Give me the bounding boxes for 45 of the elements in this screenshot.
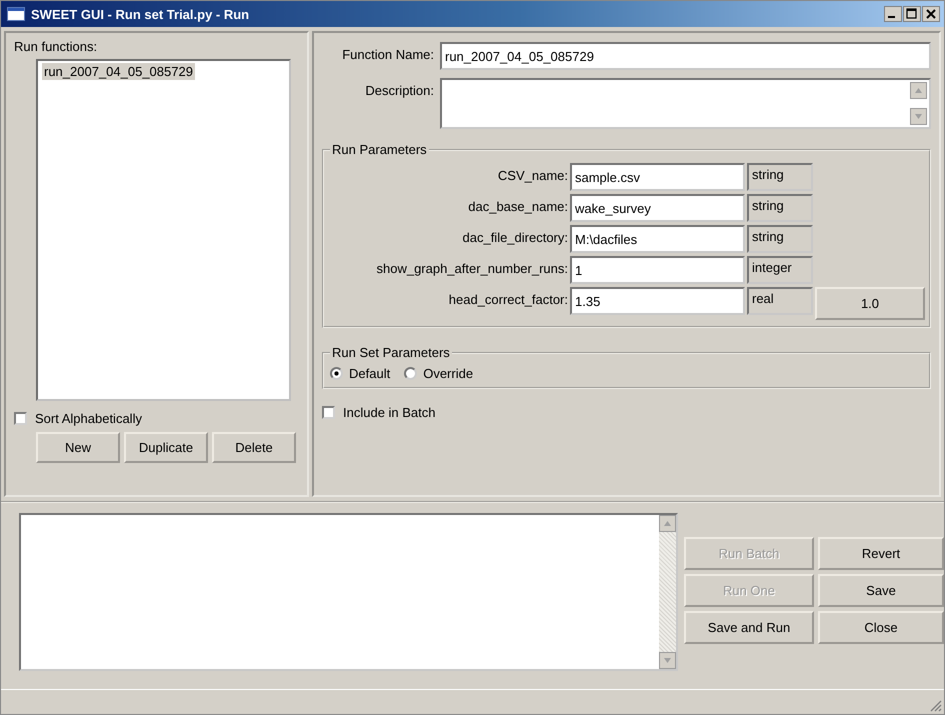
type-label: string (747, 225, 813, 253)
list-item[interactable]: run_2007_04_05_085729 (42, 63, 195, 80)
radio-label: Default (349, 366, 390, 381)
parameter-field[interactable]: 1.35 (570, 287, 745, 315)
action-button[interactable]: Save and Run (684, 611, 814, 644)
list-label: Run functions: (14, 39, 98, 54)
field-label: Function Name: (341, 46, 434, 62)
window-title: SWEET GUI - Run set Trial.py - Run (31, 6, 250, 22)
group-title: Run Parameters (330, 142, 429, 157)
checkbox[interactable] (14, 412, 27, 425)
minimize-icon[interactable] (884, 6, 902, 22)
action-button[interactable]: Close (818, 611, 944, 644)
field-label: Description: (364, 82, 434, 98)
parameter-field[interactable]: M:\dacfiles (570, 225, 745, 253)
type-label: real (747, 287, 813, 315)
action-button[interactable]: Revert (818, 537, 944, 570)
list-button[interactable]: Duplicate (124, 432, 208, 463)
action-button[interactable]: Save (818, 574, 944, 607)
parameter-label: head_correct_factor: (448, 291, 568, 309)
type-label: string (747, 163, 813, 191)
batch-checkbox-label: Include in Batch (343, 405, 436, 420)
parameter-label: dac_base_name: (467, 198, 568, 216)
sort-checkbox-label: Sort Alphabetically (35, 411, 142, 426)
parameter-label: dac_file_directory: (462, 229, 568, 247)
function-list[interactable]: run_2007_04_05_085729 (36, 59, 291, 401)
parameter-field[interactable]: wake_survey (570, 194, 745, 222)
parameter-label: CSV_name: (496, 167, 568, 185)
maximize-icon[interactable] (903, 6, 921, 22)
function-name-field[interactable]: run_2007_04_05_085729 (440, 42, 931, 70)
checkbox[interactable] (322, 406, 335, 419)
parameter-label: show_graph_after_number_runs: (375, 260, 568, 278)
radio-button[interactable] (330, 367, 343, 380)
group-title: Run Set Parameters (330, 345, 452, 360)
list-button[interactable]: New (36, 432, 120, 463)
radio-button[interactable] (404, 367, 418, 380)
parameter-field[interactable]: sample.csv (570, 163, 745, 191)
list-button[interactable]: Delete (212, 432, 296, 463)
resize-grip-icon[interactable] (930, 700, 942, 712)
default-value-button[interactable]: 1.0 (815, 287, 925, 320)
type-label: string (747, 194, 813, 222)
radio-label: Override (423, 366, 474, 381)
window-icon (7, 7, 25, 21)
type-label: integer (747, 256, 813, 284)
close-icon[interactable] (922, 6, 940, 22)
parameter-field[interactable]: 1 (570, 256, 745, 284)
